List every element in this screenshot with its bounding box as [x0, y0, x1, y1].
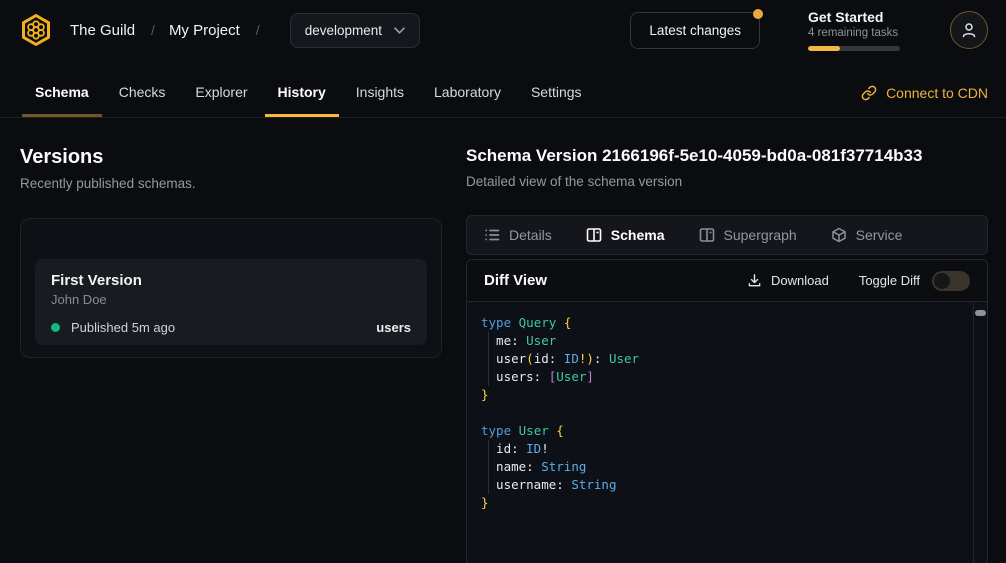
published-dot-icon: [51, 323, 60, 332]
detail-tab-schema[interactable]: Schema: [586, 227, 665, 243]
download-label: Download: [771, 273, 829, 288]
code-vertical-scrollbar[interactable]: [973, 302, 987, 563]
detail-tabstrip: Details Schema Supergrap: [466, 215, 988, 255]
version-status: Published 5m ago: [71, 320, 175, 335]
download-button[interactable]: Download: [747, 273, 829, 288]
diff-header: Diff View Download Toggle Diff: [467, 260, 987, 301]
tab-checks[interactable]: Checks: [106, 60, 179, 117]
indent-guide: [488, 332, 489, 386]
detail-tab-label: Details: [509, 227, 552, 243]
environment-select-value: development: [305, 23, 382, 38]
tab-explorer[interactable]: Explorer: [182, 60, 260, 117]
version-name: First Version: [51, 272, 411, 289]
scrollbar-thumb[interactable]: [975, 310, 986, 316]
breadcrumb-project[interactable]: My Project: [169, 22, 240, 39]
version-author: John Doe: [51, 292, 411, 307]
columns-layout-icon: [586, 227, 602, 243]
versions-subtitle: Recently published schemas.: [20, 176, 442, 191]
get-started-progress-bar: [808, 46, 900, 51]
versions-title: Versions: [20, 146, 442, 169]
person-icon: [960, 21, 978, 39]
tab-laboratory[interactable]: Laboratory: [421, 60, 514, 117]
main-nav: Schema Checks Explorer History Insights …: [0, 60, 1006, 118]
schema-code-viewer: type Query { me: User user(id: ID!): Use…: [467, 301, 987, 563]
indent-guide: [488, 440, 489, 494]
main-content: Versions Recently published schemas. Fir…: [0, 118, 1006, 563]
chevron-down-icon: [394, 27, 405, 34]
breadcrumb-org[interactable]: The Guild: [70, 22, 135, 39]
tab-schema[interactable]: Schema: [22, 60, 102, 117]
list-icon: [484, 227, 500, 243]
get-started-subtitle: 4 remaining tasks: [808, 27, 900, 39]
environment-select[interactable]: development: [290, 13, 420, 48]
version-status-row: Published 5m ago users: [51, 320, 411, 335]
tab-history[interactable]: History: [265, 60, 339, 117]
service-badge: users: [376, 320, 411, 335]
hive-honeycomb-logo-icon[interactable]: [18, 12, 54, 48]
detail-tab-supergraph[interactable]: Supergraph: [699, 227, 797, 243]
toggle-diff-label: Toggle Diff: [859, 273, 920, 288]
tab-insights[interactable]: Insights: [343, 60, 417, 117]
notification-dot-icon: [753, 9, 763, 19]
download-icon: [747, 273, 762, 288]
detail-tab-label: Schema: [611, 227, 665, 243]
toggle-diff-switch[interactable]: [932, 271, 970, 291]
columns-layout-icon: [699, 227, 715, 243]
latest-changes-label: Latest changes: [649, 23, 741, 38]
get-started-progress-fill: [808, 46, 840, 51]
breadcrumb-separator: /: [256, 22, 260, 38]
version-list-item[interactable]: First Version John Doe Published 5m ago …: [35, 259, 427, 345]
link-icon: [861, 85, 877, 101]
diff-actions: Download Toggle Diff: [747, 271, 970, 291]
cube-icon: [831, 227, 847, 243]
detail-tab-details[interactable]: Details: [484, 227, 552, 243]
versions-panel: Versions Recently published schemas. Fir…: [20, 146, 442, 563]
breadcrumb-separator: /: [151, 22, 155, 38]
diff-view-title: Diff View: [484, 272, 547, 289]
get-started-widget[interactable]: Get Started 4 remaining tasks: [808, 9, 900, 51]
user-avatar[interactable]: [950, 11, 988, 49]
version-detail-panel: Schema Version 2166196f-5e10-4059-bd0a-0…: [466, 146, 988, 563]
top-header: The Guild / My Project / development Lat…: [0, 0, 1006, 60]
connect-to-cdn-button[interactable]: Connect to CDN: [861, 60, 988, 117]
versions-list-card: First Version John Doe Published 5m ago …: [20, 218, 442, 358]
diff-panel: Diff View Download Toggle Diff: [466, 259, 988, 563]
graphql-sdl-code: type Query { me: User user(id: ID!): Use…: [467, 302, 987, 524]
toggle-knob: [934, 273, 950, 289]
detail-tab-label: Service: [856, 227, 903, 243]
tab-settings[interactable]: Settings: [518, 60, 595, 117]
schema-version-title: Schema Version 2166196f-5e10-4059-bd0a-0…: [466, 146, 988, 166]
detail-tab-service[interactable]: Service: [831, 227, 903, 243]
schema-version-subtitle: Detailed view of the schema version: [466, 174, 988, 189]
connect-to-cdn-label: Connect to CDN: [886, 85, 988, 101]
latest-changes-button[interactable]: Latest changes: [630, 12, 760, 49]
detail-tab-label: Supergraph: [724, 227, 797, 243]
get-started-title: Get Started: [808, 9, 900, 25]
